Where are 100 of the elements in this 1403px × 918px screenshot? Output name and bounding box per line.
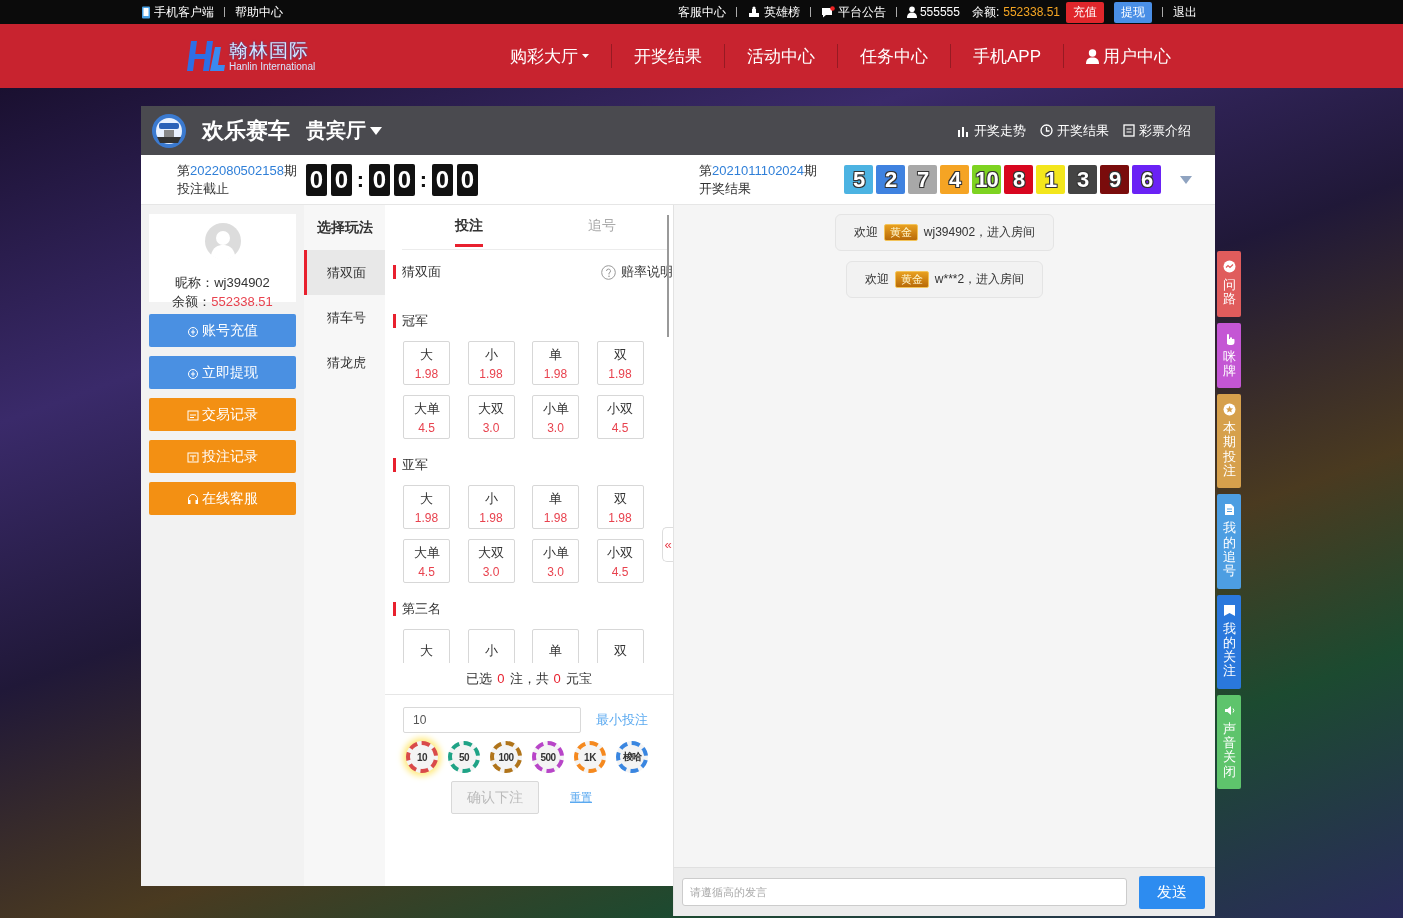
bet-option[interactable]: 大 1.98 xyxy=(403,341,450,385)
caret-icon xyxy=(370,126,382,135)
game-title: 欢乐赛车 xyxy=(202,116,290,145)
bet-option[interactable]: 小双 4.5 xyxy=(596,395,644,439)
vip-badge: 黄金 xyxy=(894,271,929,288)
nav-link[interactable]: 开奖结果 xyxy=(611,44,724,68)
document-icon xyxy=(1222,503,1236,517)
nav-link[interactable]: 任务中心 xyxy=(837,44,950,68)
countdown-digit: 0 xyxy=(457,163,478,196)
room-dropdown[interactable]: 贵宾厅 xyxy=(306,117,382,144)
chip-button[interactable]: 100 xyxy=(490,741,522,773)
service-link[interactable]: 客服中心 xyxy=(677,3,726,21)
group-title: 亚军 xyxy=(402,456,428,474)
bet-option[interactable]: 小单 3.0 xyxy=(532,539,579,583)
speaker-icon xyxy=(1222,703,1236,717)
countdown-separator: : xyxy=(355,166,366,193)
bet-option[interactable]: 单 xyxy=(532,629,579,663)
mobile-client-link[interactable]: 手机客户端 xyxy=(141,3,214,21)
logo-text: 翰林国际 xyxy=(229,40,310,60)
help-link[interactable]: 帮助中心 xyxy=(235,3,283,21)
bet-option[interactable]: 大 1.98 xyxy=(403,485,450,529)
bet-option[interactable]: 小单 3.0 xyxy=(532,395,579,439)
chip-button[interactable]: 50 xyxy=(448,741,480,773)
play-type-tab[interactable]: 猜龙虎 xyxy=(304,340,385,385)
welcome-text: 欢迎 xyxy=(853,224,878,241)
clock-icon xyxy=(1040,124,1053,137)
nickname: 昵称：wj394902 xyxy=(175,274,270,292)
chip-button[interactable]: 500 xyxy=(532,741,564,773)
nav-link[interactable]: 购彩大厅 xyxy=(487,44,611,68)
current-draw-number: 第2022080502158期 xyxy=(177,161,297,180)
user-balance: 余额：552338.51 xyxy=(172,293,273,311)
header-link[interactable]: 开奖结果 xyxy=(1040,121,1109,140)
play-type-tab[interactable]: 猜双面 xyxy=(304,250,385,295)
amount-input[interactable]: 10 xyxy=(403,707,581,733)
logout-link[interactable]: 退出 xyxy=(1173,3,1197,21)
side-tab[interactable]: 咪牌 xyxy=(1217,322,1241,389)
chip-button[interactable]: 1K xyxy=(574,741,606,773)
leaderboard-link[interactable]: 英雄榜 xyxy=(746,3,800,21)
nav-link[interactable]: 手机APP xyxy=(950,44,1063,68)
bet-option[interactable]: 小双 4.5 xyxy=(596,539,644,583)
balance-label: 余额: xyxy=(971,3,1000,21)
countdown-digit: 0 xyxy=(394,163,415,196)
bet-option[interactable]: 大 xyxy=(403,629,450,663)
user-icon xyxy=(906,6,917,18)
bet-option[interactable]: 大双 3.0 xyxy=(467,539,515,583)
welcome-text: 欢迎 xyxy=(864,271,889,288)
message-icon xyxy=(820,6,835,18)
chat-bubble-icon xyxy=(1222,260,1236,273)
chart-icon xyxy=(957,124,970,137)
dropdown-icon xyxy=(1180,175,1193,184)
collapse-toggle[interactable]: « xyxy=(662,527,673,562)
bet-option[interactable]: 小 1.98 xyxy=(467,341,515,385)
bet-option[interactable]: 大单 4.5 xyxy=(403,539,450,583)
countdown-digit: 0 xyxy=(432,163,453,196)
result-label: 开奖结果 xyxy=(699,179,752,198)
phone-icon xyxy=(141,5,151,19)
bet-option[interactable]: 小 xyxy=(467,629,515,663)
balance-value: 552338.51 xyxy=(1003,5,1060,19)
bookmark-icon xyxy=(1222,603,1236,617)
draw-status: 投注截止 xyxy=(177,179,230,198)
logo-subtitle: Hanlin International xyxy=(229,61,316,72)
chat-input[interactable]: 请遵循高的发言 xyxy=(682,878,1127,906)
bet-option[interactable]: 大单 4.5 xyxy=(403,395,450,439)
help-icon xyxy=(601,264,616,280)
side-tab[interactable]: 我的关注 xyxy=(1217,594,1241,689)
nav-link[interactable]: 活动中心 xyxy=(724,44,837,68)
bet-option[interactable]: 单 1.98 xyxy=(532,485,579,529)
group-title: 第三名 xyxy=(402,600,441,618)
nav-link[interactable]: 用户中心 xyxy=(1064,44,1193,68)
avatar-icon xyxy=(204,223,241,259)
panel-title: 选择玩法 xyxy=(315,217,374,237)
headset-icon xyxy=(187,492,199,505)
play-type-tab[interactable]: 猜车号 xyxy=(304,295,385,340)
side-tab[interactable]: 问路 xyxy=(1217,251,1241,317)
username-link[interactable]: 555555 xyxy=(906,5,960,19)
user-icon xyxy=(1086,48,1099,64)
bet-option[interactable]: 单 1.98 xyxy=(532,341,579,385)
caret-icon xyxy=(581,54,589,58)
section-title: 猜双面 xyxy=(402,263,441,281)
countdown-digit: 0 xyxy=(306,163,327,196)
document-icon xyxy=(1123,124,1135,137)
logo-icon xyxy=(185,39,225,73)
bet-option[interactable]: 双 1.98 xyxy=(596,485,644,529)
recharge-button[interactable]: 充值 xyxy=(1066,1,1104,23)
announcement-link[interactable]: 平台公告 xyxy=(820,3,886,21)
message-text: wj394902，进入房间 xyxy=(923,224,1036,241)
bet-option[interactable]: 双 xyxy=(596,629,644,663)
group-title: 冠军 xyxy=(402,312,428,330)
last-draw-number: 第2021011102024期 xyxy=(699,161,818,180)
bet-option[interactable]: 小 1.98 xyxy=(467,485,515,529)
chip-button[interactable]: 10 xyxy=(406,741,438,773)
message-text: w***2，进入房间 xyxy=(934,271,1025,288)
chip-button[interactable]: 梭哈 xyxy=(616,741,648,773)
bet-option[interactable]: 双 1.98 xyxy=(596,341,644,385)
header-link[interactable]: 彩票介绍 xyxy=(1123,121,1191,140)
bet-option[interactable]: 大双 3.0 xyxy=(467,395,515,439)
countdown-separator: : xyxy=(418,166,429,193)
bet-tab[interactable]: 投注 xyxy=(402,215,535,249)
header-link[interactable]: 开奖走势 xyxy=(957,121,1026,140)
game-logo-icon xyxy=(151,112,187,149)
